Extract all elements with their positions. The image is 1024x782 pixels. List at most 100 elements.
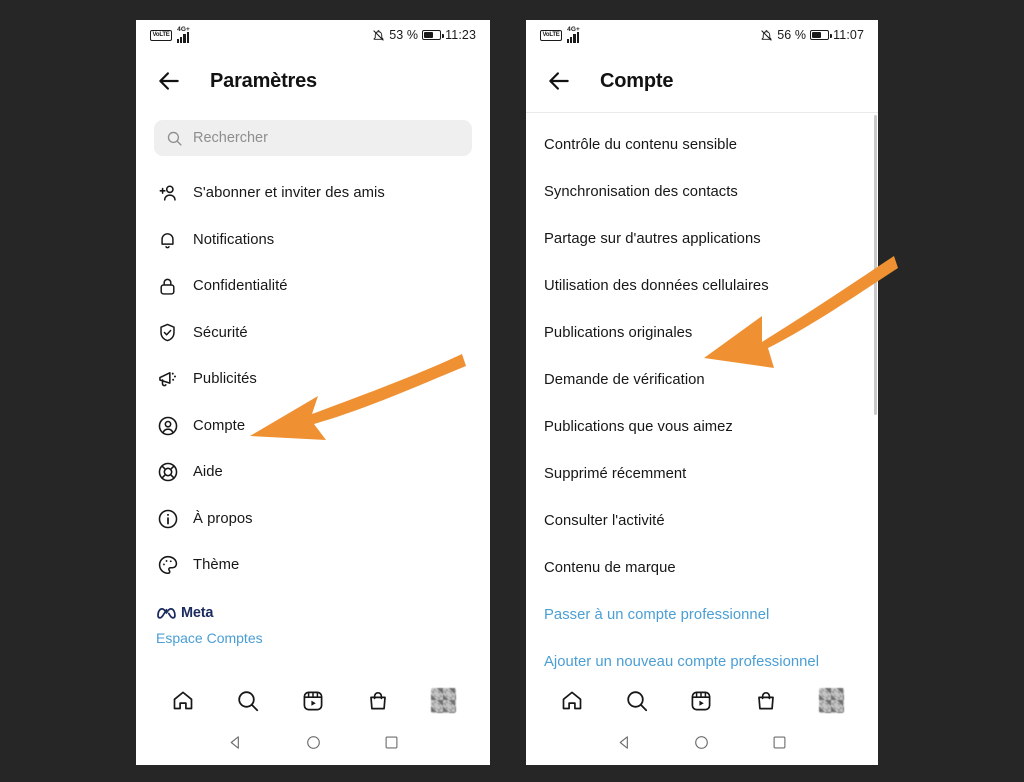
settings-item-label: Aide	[193, 464, 223, 481]
home-icon[interactable]	[171, 689, 195, 713]
search-placeholder: Rechercher	[193, 130, 268, 146]
profile-avatar[interactable]	[818, 688, 844, 713]
clock-right: 11:07	[833, 28, 864, 42]
home-icon[interactable]	[560, 689, 584, 713]
settings-item-label: S'abonner et inviter des amis	[193, 185, 385, 202]
account-item-contacts-sync[interactable]: Synchronisation des contacts	[526, 168, 878, 215]
signal-bars-icon: 4G+	[177, 26, 190, 43]
account-item-label: Contrôle du contenu sensible	[544, 136, 738, 153]
account-item-sharing-other-apps[interactable]: Partage sur d'autres applications	[526, 215, 878, 262]
account-item-recently-deleted[interactable]: Supprimé récemment	[526, 450, 878, 497]
status-bar-left-icons: VoLTE 4G+	[540, 26, 580, 43]
screenshot-stage: VoLTE 4G+ 53 % 11:23 Paramètres Recherch…	[0, 0, 1024, 782]
back-triangle-icon[interactable]	[227, 734, 244, 756]
settings-item-label: Thème	[193, 557, 240, 574]
meta-branding: Meta	[156, 605, 470, 621]
account-item-label: Demande de vérification	[544, 371, 705, 388]
page-title-account: Compte	[600, 69, 674, 92]
search-icon[interactable]	[625, 689, 649, 713]
status-bar-right-icons: 53 % 11:23	[372, 28, 476, 42]
shop-bag-icon[interactable]	[366, 689, 390, 713]
search-icon[interactable]	[236, 689, 260, 713]
recents-square-icon[interactable]	[383, 734, 400, 756]
account-item-switch-professional[interactable]: Passer à un compte professionnel	[526, 591, 878, 638]
back-arrow-icon[interactable]	[156, 68, 182, 94]
account-item-original-posts[interactable]: Publications originales	[526, 309, 878, 356]
account-list: Contrôle du contenu sensible Synchronisa…	[526, 113, 878, 685]
settings-item-notifications[interactable]: Notifications	[136, 217, 490, 264]
search-input[interactable]: Rechercher	[154, 120, 472, 156]
search-icon	[167, 131, 182, 146]
person-circle-icon	[156, 414, 179, 437]
account-item-label: Partage sur d'autres applications	[544, 230, 761, 247]
account-item-label: Consulter l'activité	[544, 512, 665, 529]
account-item-label: Passer à un compte professionnel	[544, 606, 770, 623]
home-circle-icon[interactable]	[693, 734, 710, 756]
page-title-settings: Paramètres	[210, 69, 317, 92]
account-item-posts-you-like[interactable]: Publications que vous aimez	[526, 403, 878, 450]
android-nav-right	[526, 725, 878, 765]
bell-muted-icon	[761, 29, 772, 41]
accounts-center-link[interactable]: Espace Comptes	[156, 630, 470, 646]
account-item-label: Synchronisation des contacts	[544, 183, 738, 200]
shield-check-icon	[156, 321, 179, 344]
account-item-label: Publications que vous aimez	[544, 418, 733, 435]
account-item-label: Supprimé récemment	[544, 465, 687, 482]
bottom-nav-left	[136, 676, 490, 725]
volte-badge-icon: VoLTE	[540, 29, 563, 41]
settings-item-account[interactable]: Compte	[136, 403, 490, 450]
settings-item-ads[interactable]: Publicités	[136, 356, 490, 403]
settings-item-label: Publicités	[193, 371, 257, 388]
megaphone-icon	[156, 368, 179, 391]
settings-item-label: Sécurité	[193, 324, 248, 341]
account-item-branded-content[interactable]: Contenu de marque	[526, 544, 878, 591]
bell-icon	[156, 228, 179, 251]
app-bar-right: Compte	[526, 50, 878, 112]
status-bar-left-icons: VoLTE 4G+	[150, 26, 190, 43]
battery-icon	[422, 30, 444, 40]
status-bar-left: VoLTE 4G+ 53 % 11:23	[136, 20, 490, 50]
profile-avatar[interactable]	[430, 688, 456, 713]
scrollbar[interactable]	[874, 115, 877, 415]
settings-item-label: Confidentialité	[193, 278, 288, 295]
signal-bars-icon: 4G+	[567, 26, 580, 43]
status-bar-right: VoLTE 4G+ 56 % 11:07	[526, 20, 878, 50]
settings-item-invite[interactable]: S'abonner et inviter des amis	[136, 170, 490, 217]
settings-item-theme[interactable]: Thème	[136, 542, 490, 589]
meta-infinity-icon	[157, 608, 176, 619]
reels-icon[interactable]	[301, 689, 325, 713]
app-bar-left: Paramètres	[136, 50, 490, 112]
battery-icon	[810, 30, 832, 40]
reels-icon[interactable]	[689, 689, 713, 713]
settings-item-help[interactable]: Aide	[136, 449, 490, 496]
add-person-icon	[156, 182, 179, 205]
settings-item-label: Notifications	[193, 231, 275, 248]
home-circle-icon[interactable]	[305, 734, 322, 756]
back-arrow-icon[interactable]	[546, 68, 572, 94]
status-bar-right-icons: 56 % 11:07	[760, 28, 864, 42]
settings-item-about[interactable]: À propos	[136, 496, 490, 543]
battery-percent-right: 56 %	[777, 28, 807, 42]
meta-label: Meta	[181, 604, 214, 621]
account-item-your-activity[interactable]: Consulter l'activité	[526, 497, 878, 544]
settings-item-privacy[interactable]: Confidentialité	[136, 263, 490, 310]
account-item-label: Ajouter un nouveau compte professionnel	[544, 653, 820, 670]
bell-muted-icon	[373, 29, 384, 41]
account-item-label: Publications originales	[544, 324, 693, 341]
phone-screen-account: VoLTE 4G+ 56 % 11:07 Compte Contrôle du …	[526, 20, 878, 765]
volte-badge-icon: VoLTE	[150, 29, 173, 41]
meta-footer: Meta Espace Comptes	[136, 589, 490, 646]
account-item-verification-request[interactable]: Demande de vérification	[526, 356, 878, 403]
battery-percent-left: 53 %	[389, 28, 419, 42]
shop-bag-icon[interactable]	[754, 689, 778, 713]
android-nav-left	[136, 725, 490, 765]
settings-item-label: À propos	[193, 510, 253, 527]
back-triangle-icon[interactable]	[616, 734, 633, 756]
account-item-sensitive-content[interactable]: Contrôle du contenu sensible	[526, 121, 878, 168]
account-item-label: Contenu de marque	[544, 559, 676, 576]
settings-item-security[interactable]: Sécurité	[136, 310, 490, 357]
account-item-cellular-data[interactable]: Utilisation des données cellulaires	[526, 262, 878, 309]
bottom-nav-right	[526, 676, 878, 725]
recents-square-icon[interactable]	[771, 734, 788, 756]
settings-list: S'abonner et inviter des amis Notificati…	[136, 162, 490, 589]
